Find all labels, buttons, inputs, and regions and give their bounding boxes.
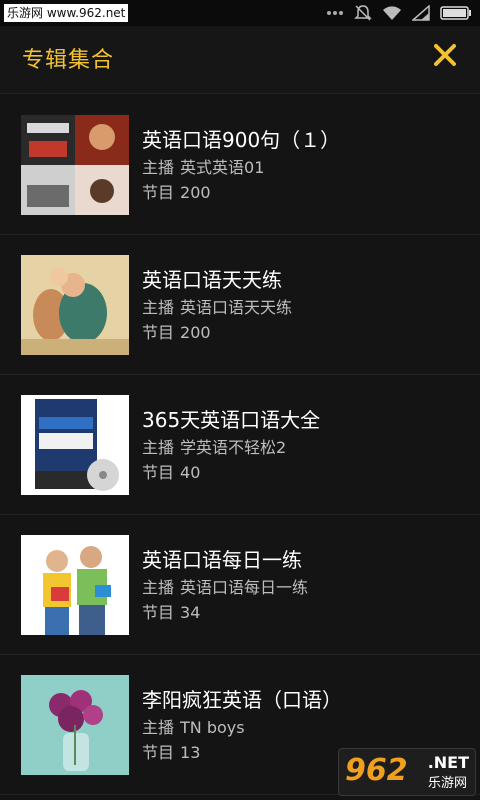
list-item[interactable]: 英语口语每日一练 主播 英语口语每日一练 节目 34	[0, 515, 480, 655]
status-icons	[326, 3, 472, 23]
album-count: 节目 34	[142, 603, 201, 622]
battery-icon	[440, 5, 472, 21]
signal-icon	[412, 5, 430, 21]
album-cover-image	[21, 255, 129, 355]
album-title: 英语口语天天练	[142, 268, 282, 292]
album-list: 英语口语900句（１） 主播 英式英语01 节目 200 英语口语天天练 主播 英语口…	[0, 95, 480, 795]
list-item[interactable]: 365天英语口语大全 主播 学英语不轻松2 节目 40	[0, 375, 480, 515]
album-title: 英语口语每日一练	[142, 548, 302, 572]
album-host: 主播 英式英语01	[142, 158, 265, 177]
list-item[interactable]: 英语口语900句（１） 主播 英式英语01 节目 200	[0, 95, 480, 235]
album-host: 主播 学英语不轻松2	[142, 438, 287, 457]
watermark-suffix: .NET	[427, 753, 469, 772]
album-host: 主播 TN boys	[142, 718, 245, 737]
page-title: 专辑集合	[22, 48, 115, 73]
wifi-icon	[382, 5, 402, 21]
album-title: 李阳疯狂英语（口语）	[142, 688, 342, 712]
album-count: 节目 40	[142, 463, 201, 482]
header: 专辑集合	[0, 26, 480, 94]
watermark-number: 962	[345, 753, 408, 788]
album-cover-image	[21, 535, 129, 635]
watermark-text: 乐游网 www.962.net	[4, 4, 129, 22]
album-host: 主播 英语口语每日一练	[142, 578, 309, 597]
dots-icon	[326, 10, 344, 16]
album-cover-image	[21, 115, 129, 215]
mute-icon	[354, 4, 372, 22]
close-icon	[434, 44, 456, 66]
album-title: 英语口语900句（１）	[142, 128, 341, 152]
status-bar: 乐游网 www.962.net	[0, 0, 480, 26]
watermark-name: 乐游网	[427, 776, 467, 791]
album-title: 365天英语口语大全	[142, 408, 321, 432]
watermark-logo: 962 .NET 乐游网	[338, 748, 476, 796]
album-host: 主播 英语口语天天练	[142, 298, 293, 317]
album-cover-image	[21, 675, 129, 775]
album-count: 节目 200	[142, 323, 211, 342]
list-item[interactable]: 英语口语天天练 主播 英语口语天天练 节目 200	[0, 235, 480, 375]
album-count: 节目 200	[142, 183, 211, 202]
album-cover-image	[21, 395, 129, 495]
close-button[interactable]	[432, 42, 458, 68]
